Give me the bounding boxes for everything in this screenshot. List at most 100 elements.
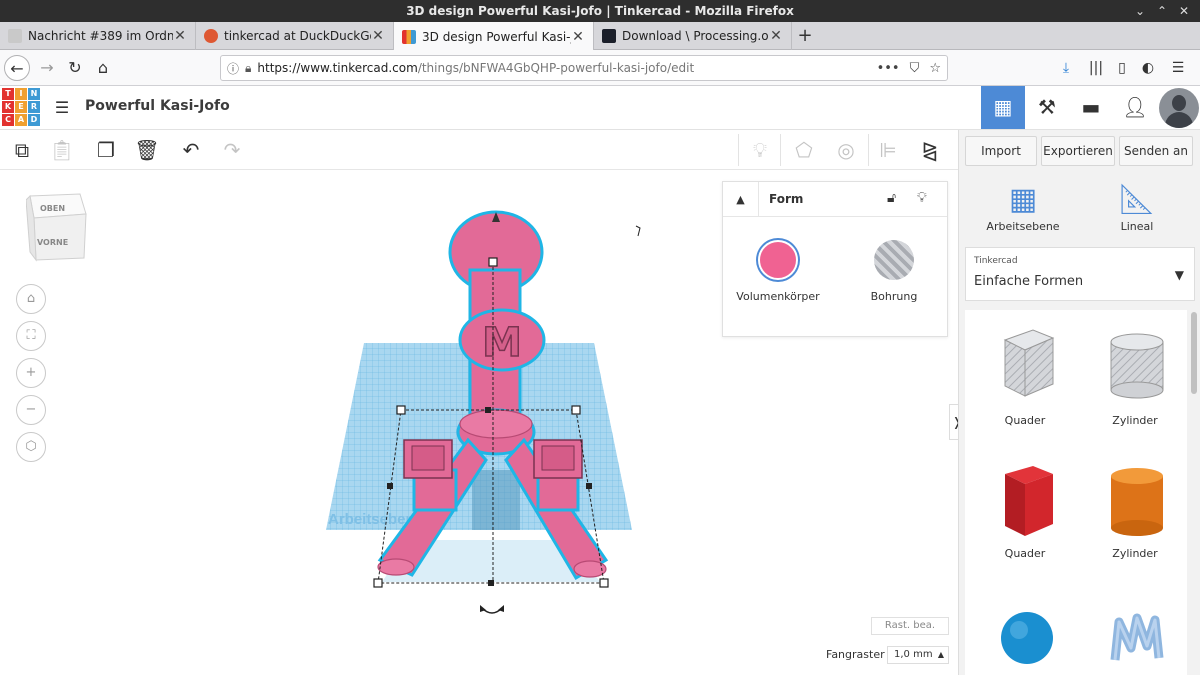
box-icon [1005, 466, 1053, 536]
logo-letter: A [15, 114, 27, 126]
export-button[interactable]: Exportieren [1041, 136, 1115, 166]
side-handle[interactable] [586, 483, 592, 489]
hole-label: Bohrung [870, 290, 918, 303]
codeblocks-pickaxe-icon[interactable]: ⚒ [1025, 86, 1069, 129]
ungroup-icon[interactable]: ◎ [832, 136, 860, 164]
home-view-button[interactable]: ⌂ [16, 284, 46, 314]
paste-icon[interactable]: 📋︎ [48, 136, 76, 164]
resize-handle[interactable] [571, 405, 581, 415]
downloads-icon[interactable]: ⤓ [1056, 58, 1076, 78]
lightbulb-icon[interactable]: 💡︎ [917, 190, 927, 206]
lock-icon[interactable]: 🔓︎ [887, 190, 896, 206]
logo-letter: N [28, 88, 40, 100]
edit-grid-button[interactable]: Rast. bea. [871, 617, 949, 635]
3d-view-grid-icon[interactable]: ▦ [981, 86, 1025, 129]
copy-icon[interactable]: ⧉ [8, 136, 36, 164]
view-cube-front[interactable]: VORNE [37, 238, 68, 247]
align-icon[interactable]: ⊫ [874, 136, 902, 164]
add-user-icon[interactable]: 👤︎ [1113, 86, 1157, 129]
tab-duckduckgo[interactable]: tinkercad at DuckDuckGo ✕ [196, 22, 394, 50]
send-to-button[interactable]: Senden an [1119, 136, 1193, 166]
tab-close-icon[interactable]: ✕ [371, 28, 385, 44]
user-avatar[interactable] [1159, 88, 1199, 128]
hamburger-menu-icon[interactable]: ☰ [1168, 58, 1188, 78]
duplicate-icon[interactable]: ❐ [92, 136, 120, 164]
zoom-in-button[interactable]: + [16, 358, 46, 388]
side-handle[interactable] [485, 407, 491, 413]
solid-color-swatch[interactable] [758, 240, 798, 280]
view-cube-top[interactable]: OBEN [40, 204, 65, 213]
reload-button[interactable]: ↻ [62, 55, 88, 81]
back-button[interactable]: ← [4, 55, 30, 81]
shape-label: Zylinder [1112, 414, 1158, 427]
shape-cylinder-hole[interactable]: Zylinder [1085, 310, 1185, 430]
url-text[interactable]: https://www.tinkercad.com/things/bNFWA4G… [257, 61, 866, 75]
view-cube[interactable]: OBEN VORNE [25, 190, 88, 262]
page-actions-icon[interactable]: ••• [877, 61, 900, 76]
lightbulb-icon[interactable]: 💡︎ [746, 136, 774, 164]
import-button[interactable]: Import [965, 136, 1037, 166]
tinkercad-logo[interactable]: T I N K E R C A D [2, 88, 40, 126]
sidebar-icon[interactable]: ▯ [1112, 58, 1132, 78]
new-tab-button[interactable]: + [794, 22, 816, 50]
fit-view-button[interactable]: ⛶ [16, 321, 46, 351]
window-title-bar: 3D design Powerful Kasi-Jofo | Tinkercad… [0, 0, 1200, 22]
scribble-icon [1110, 613, 1164, 661]
tab-close-icon[interactable]: ✕ [571, 29, 585, 45]
design-list-icon[interactable]: ☰ [52, 98, 72, 118]
view-cube-svg[interactable] [25, 190, 88, 262]
resize-handle[interactable] [396, 405, 406, 415]
forward-button[interactable]: → [34, 55, 60, 81]
undo-icon[interactable]: ↶ [177, 136, 205, 164]
home-button[interactable]: ⌂ [90, 55, 116, 81]
bricks-icon[interactable]: ▬ [1069, 86, 1113, 129]
shape-cylinder[interactable]: Zylinder [1085, 460, 1185, 580]
ruler-tool[interactable]: 📐︎ Lineal [1087, 180, 1187, 233]
resize-handle[interactable] [599, 578, 609, 588]
shape-box-hole[interactable]: Quader [975, 310, 1075, 430]
design-title[interactable]: Powerful Kasi-Jofo [85, 98, 230, 114]
mirror-icon[interactable]: ⧎ [916, 136, 944, 164]
rotate-handle-icon[interactable] [481, 607, 503, 614]
url-bar[interactable]: ⓘ 🔒︎ https://www.tinkercad.com/things/bN… [220, 55, 948, 81]
collapse-inspector-icon[interactable]: ▲ [723, 182, 759, 217]
tab-label: 3D design Powerful Kasi-Jo [422, 29, 571, 44]
logo-letter: T [2, 88, 14, 100]
tab-tinkercad[interactable]: 3D design Powerful Kasi-Jo ✕ [394, 22, 594, 51]
solid-option[interactable]: Volumenkörper [733, 240, 823, 303]
group-icon[interactable]: ⬠ [790, 136, 818, 164]
side-handle[interactable] [387, 483, 393, 489]
hole-option[interactable]: Bohrung [849, 240, 939, 303]
resize-handle[interactable] [373, 578, 383, 588]
shape-library-select[interactable]: Tinkercad Einfache Formen ▼ [965, 247, 1195, 301]
library-icon[interactable]: ||| [1086, 58, 1106, 78]
lock-icon[interactable]: 🔒︎ [245, 61, 251, 76]
bookmark-star-icon[interactable]: ☆ [929, 61, 941, 76]
height-handle[interactable] [488, 257, 498, 267]
orthographic-view-button[interactable]: ⬡ [16, 432, 46, 462]
side-handle[interactable] [488, 580, 494, 586]
info-icon[interactable]: ⓘ [227, 60, 239, 77]
shape-scribble[interactable] [1085, 600, 1185, 675]
delete-icon[interactable]: 🗑︎ [133, 136, 161, 164]
close-window-button[interactable]: ✕ [1174, 0, 1194, 22]
redo-icon[interactable]: ↷ [218, 136, 246, 164]
shapes-scrollbar[interactable] [1191, 310, 1197, 675]
tab-close-icon[interactable]: ✕ [173, 28, 187, 44]
snap-grid-label: Fangraster [826, 648, 885, 661]
shield-icon[interactable]: ◐ [1138, 58, 1158, 78]
tab-close-icon[interactable]: ✕ [769, 28, 783, 44]
minimize-button[interactable]: ⌄ [1130, 0, 1150, 22]
shape-sphere[interactable] [975, 600, 1075, 675]
workplane-tool[interactable]: ▦ Arbeitsebene [973, 180, 1073, 233]
hole-swatch[interactable] [874, 240, 914, 280]
scrollbar-thumb[interactable] [1191, 312, 1197, 394]
maximize-button[interactable]: ⌃ [1152, 0, 1172, 22]
tab-mail[interactable]: Nachricht #389 im Ordner ✕ [0, 22, 196, 50]
tab-processing[interactable]: Download \ Processing.org ✕ [594, 22, 792, 50]
pocket-icon[interactable]: ⛉ [910, 61, 920, 76]
zoom-out-button[interactable]: − [16, 395, 46, 425]
snap-grid-select[interactable]: 1,0 mm ▲ [887, 646, 949, 664]
dropdown-arrow-icon: ▲ [937, 650, 944, 659]
shape-box[interactable]: Quader [975, 460, 1075, 580]
